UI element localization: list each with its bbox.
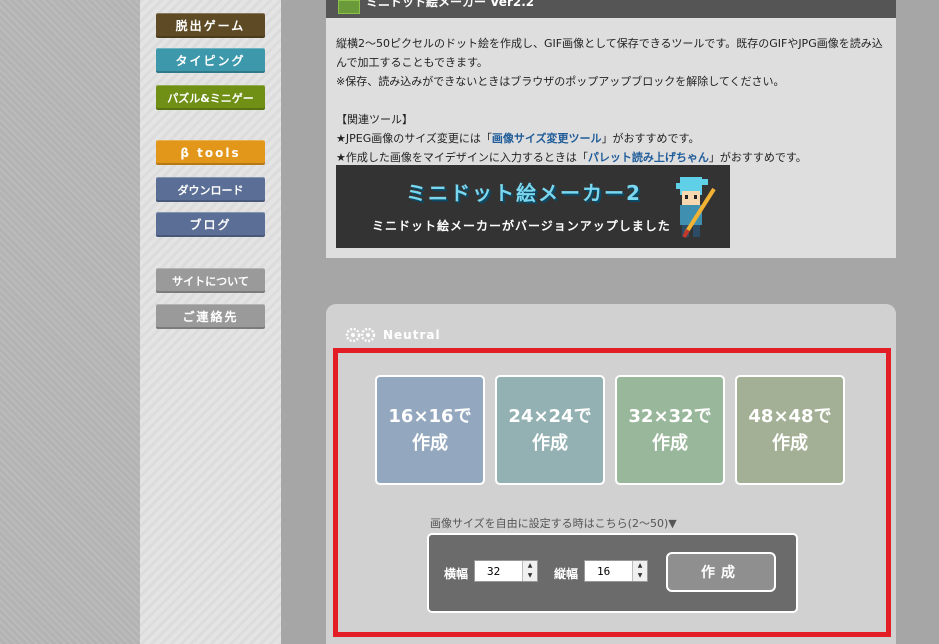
spin-up-icon[interactable]: ▲	[633, 561, 647, 571]
related-tool-2-prefix: ★作成した画像をマイデザインに入力するときは「	[336, 151, 588, 164]
size-button-label-line2: 作成	[772, 433, 808, 454]
create-24x24-button[interactable]: 24×24で 作成	[495, 375, 605, 485]
spin-down-icon[interactable]: ▼	[523, 571, 537, 581]
neutral-title: Neutral	[345, 327, 441, 343]
height-field[interactable]	[585, 561, 629, 581]
create-48x48-button[interactable]: 48×48で 作成	[735, 375, 845, 485]
size-button-label-line1: 16×16で	[388, 406, 472, 427]
neutral-title-text: Neutral	[383, 328, 441, 342]
related-tool-2: ★作成した画像をマイデザインに入力するときは「パレット読み上げちゃん」がおすすめ…	[336, 149, 807, 165]
desc-line-3: ※保存、読み込みができないときはブラウザのポップアップブロックを解除してください…	[336, 75, 785, 88]
create-32x32-button[interactable]: 32×32で 作成	[615, 375, 725, 485]
create-16x16-button[interactable]: 16×16で 作成	[375, 375, 485, 485]
spin-up-icon[interactable]: ▲	[523, 561, 537, 571]
related-tool-1-prefix: ★JPEG画像のサイズ変更には「	[336, 132, 492, 145]
tool-header-title: ミニドット絵メーカー Ver2.2	[366, 0, 535, 9]
size-button-label-line1: 32×32で	[628, 406, 712, 427]
height-input[interactable]: ▲ ▼	[584, 560, 648, 582]
sidebar-item-escape-game[interactable]: 脱出ゲーム	[156, 13, 265, 38]
palette-reader-link[interactable]: パレット読み上げちゃん	[588, 151, 709, 164]
size-button-label-line2: 作成	[652, 433, 688, 454]
width-field[interactable]	[475, 561, 519, 581]
size-button-label-line2: 作成	[412, 433, 448, 454]
free-size-label: 画像サイズを自由に設定する時はこちら(2〜50)▼	[430, 517, 677, 530]
desc-line-1: 縦横2〜50ピクセルのドット絵を作成し、GIF画像として保存できるツールです。既…	[336, 37, 883, 50]
version-up-banner[interactable]: ミニドット絵メーカー2 ミニドット絵メーカーがバージョンアップしました	[336, 165, 730, 248]
desc-line-2: んで加工することもできます。	[336, 56, 488, 69]
tool-logo-icon	[338, 0, 360, 14]
width-input[interactable]: ▲ ▼	[474, 560, 538, 582]
sidebar-item-blog[interactable]: ブログ	[156, 212, 265, 237]
size-button-label-line1: 24×24で	[508, 406, 592, 427]
related-tool-1-suffix: 」がおすすめです。	[601, 132, 700, 145]
related-tool-2-suffix: 」がおすすめです。	[708, 151, 807, 164]
create-custom-button[interactable]: 作成	[666, 552, 776, 592]
banner-subtitle: ミニドット絵メーカーがバージョンアップしました	[372, 219, 671, 233]
height-label: 縦幅	[554, 567, 579, 581]
tool-header: ミニドット絵メーカー Ver2.2	[326, 0, 896, 18]
pixel-character-icon	[676, 177, 716, 238]
width-spinner[interactable]: ▲ ▼	[522, 561, 537, 581]
spin-down-icon[interactable]: ▼	[633, 571, 647, 581]
sidebar-item-contact[interactable]: ご連絡先	[156, 304, 265, 329]
width-label: 横幅	[444, 567, 469, 581]
size-button-label-line2: 作成	[532, 433, 568, 454]
gear-icon	[345, 327, 376, 343]
image-resize-tool-link[interactable]: 画像サイズ変更ツール	[492, 132, 602, 145]
related-tools-heading: 【関連ツール】	[336, 113, 413, 126]
size-button-label-line1: 48×48で	[748, 406, 832, 427]
sidebar-item-download[interactable]: ダウンロード	[156, 177, 265, 202]
height-spinner[interactable]: ▲ ▼	[632, 561, 647, 581]
sidebar-item-puzzle-minigame[interactable]: パズル&ミニゲー	[156, 85, 265, 110]
sidebar-item-beta-tools[interactable]: β tools	[156, 140, 265, 165]
sidebar-item-typing[interactable]: タイピング	[156, 48, 265, 73]
banner-title: ミニドット絵メーカー2	[406, 181, 642, 205]
related-tool-1: ★JPEG画像のサイズ変更には「画像サイズ変更ツール」がおすすめです。	[336, 130, 699, 146]
sidebar-item-about[interactable]: サイトについて	[156, 268, 265, 293]
